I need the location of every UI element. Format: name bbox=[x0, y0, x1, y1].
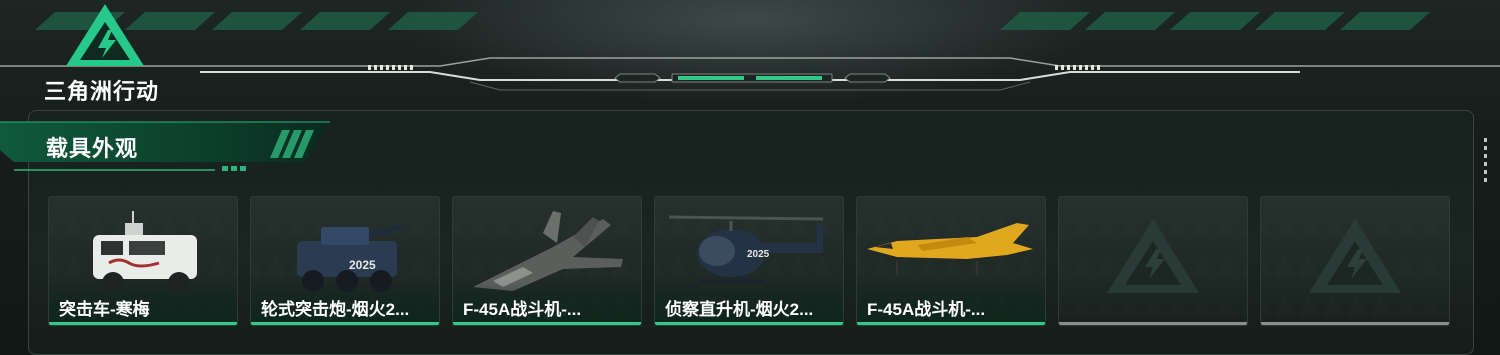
placeholder-logo-icon bbox=[1107, 219, 1199, 293]
vehicle-card-label: 轮式突击炮-烟火2... bbox=[261, 300, 410, 319]
delta-triangle-icon bbox=[66, 4, 144, 66]
top-decor-bar bbox=[0, 12, 1500, 91]
vehicle-card-3[interactable]: F-45A战斗机-... bbox=[452, 196, 642, 326]
game-logo: 三角洲行动 bbox=[40, 2, 190, 104]
vehicle-card-2[interactable]: 2025 轮式突击炮-烟火2... bbox=[250, 196, 440, 326]
vehicle-card-4[interactable]: 2025 侦察直升机-烟火2... bbox=[654, 196, 844, 326]
vehicle-card-empty-1[interactable] bbox=[1058, 196, 1248, 326]
scroll-indicator[interactable] bbox=[1484, 138, 1488, 188]
vehicle-card-empty-2[interactable] bbox=[1260, 196, 1450, 326]
vehicle-card-label: F-45A战斗机-... bbox=[867, 300, 986, 319]
vehicle-card-label: 突击车-寒梅 bbox=[59, 300, 150, 319]
logo-text: 三角洲行动 bbox=[44, 79, 160, 104]
vehicle-card-label: F-45A战斗机-... bbox=[463, 300, 582, 319]
card-underline bbox=[857, 322, 1045, 325]
section-title: 载具外观 bbox=[46, 136, 139, 161]
card-underline bbox=[251, 322, 439, 325]
card-underline bbox=[1261, 322, 1449, 325]
placeholder-logo-icon bbox=[1309, 219, 1401, 293]
card-underline bbox=[655, 322, 843, 325]
vehicle-card-label: 侦察直升机-烟火2... bbox=[665, 300, 814, 319]
card-underline bbox=[1059, 322, 1247, 325]
card-underline bbox=[453, 322, 641, 325]
svg-text:2025: 2025 bbox=[747, 249, 770, 260]
svg-text:2025: 2025 bbox=[349, 258, 376, 272]
vehicle-card-5[interactable]: F-45A战斗机-... bbox=[856, 196, 1046, 326]
vehicle-card-1[interactable]: 突击车-寒梅 bbox=[48, 196, 238, 326]
card-underline bbox=[49, 322, 237, 325]
